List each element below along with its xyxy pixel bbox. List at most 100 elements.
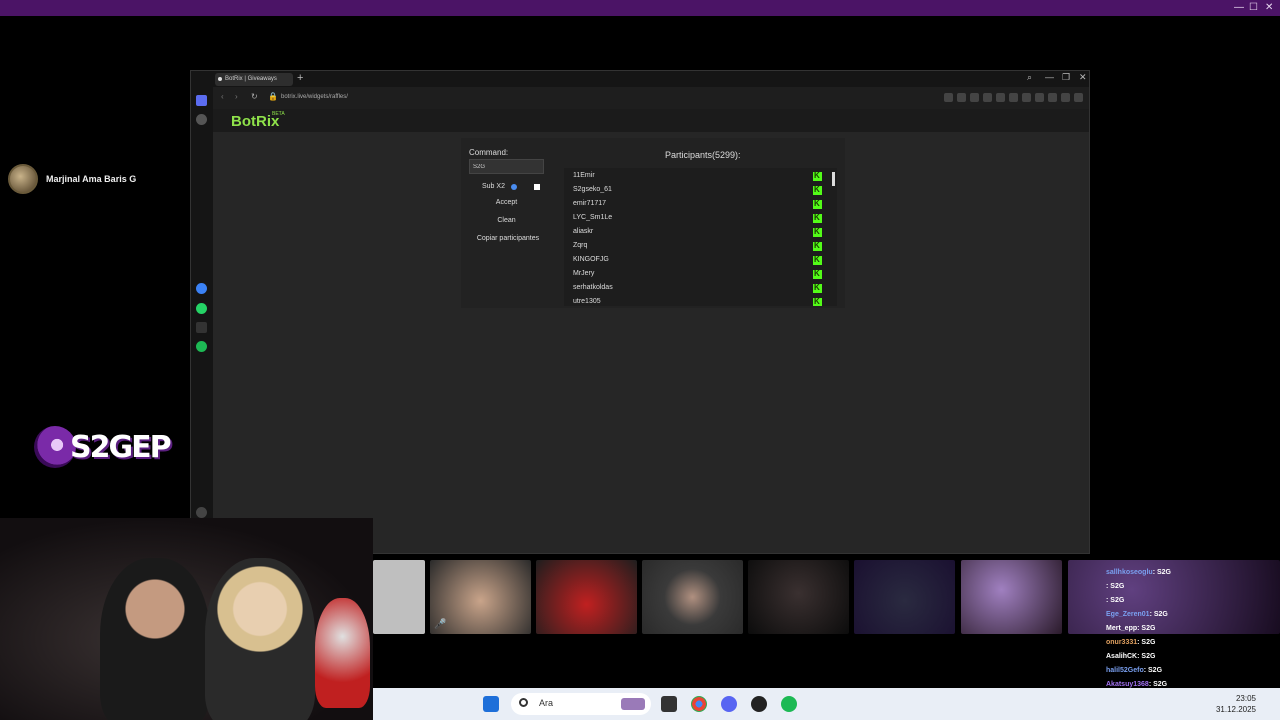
back-icon[interactable]: ‹ (221, 92, 224, 101)
command-input[interactable] (469, 159, 544, 174)
maximize-icon[interactable]: ☐ (1249, 2, 1258, 13)
spotify-icon[interactable] (196, 341, 207, 352)
profile-name: Marjinal Ama Baris G (46, 174, 137, 184)
taskbar: Ara 23:05 31.12.2025 (373, 688, 1280, 720)
extension-icon[interactable] (944, 93, 953, 102)
copy-participants-button[interactable]: Copiar participantes (465, 232, 551, 246)
raffle-panel: Command: Sub X2 Accept Clean Copiar part… (461, 138, 845, 308)
list-item: emir71717 (573, 200, 607, 207)
tab-bar: BotRix | Giveaways + ⌕ — ❐ ✕ (191, 71, 1089, 87)
stream-title-bar: — ☐ ✕ (0, 0, 1280, 16)
kick-icon (813, 297, 822, 306)
whatsapp-icon[interactable] (196, 303, 207, 314)
search-highlight-icon[interactable] (621, 698, 645, 710)
participant-video[interactable] (748, 560, 849, 634)
info-icon[interactable] (511, 184, 517, 190)
lock-icon: 🔒 (268, 92, 278, 101)
time: 23:05 (1235, 694, 1256, 703)
minimize-icon[interactable]: — (1234, 2, 1244, 13)
messenger-icon[interactable] (196, 283, 207, 294)
address-bar: ‹ › ↻ 🔒 botrix.live/widgets/raffles/ (213, 87, 1089, 109)
sub-x2-label: Sub X2 (482, 183, 505, 190)
play-icon[interactable] (996, 93, 1005, 102)
channel-logo: S2GEP (34, 420, 172, 472)
maximize-icon[interactable]: ❐ (1062, 72, 1070, 83)
chrome-icon[interactable] (691, 696, 707, 712)
home-icon[interactable] (196, 95, 207, 106)
participant-video[interactable] (536, 560, 637, 634)
heart-icon[interactable] (196, 507, 207, 518)
kick-icon (813, 185, 822, 195)
kick-icon (813, 255, 822, 265)
streamer-person (205, 558, 315, 720)
chat-overlay: sallhkoseoglu: S2G : S2G : S2G Ege_Zeren… (1106, 566, 1280, 692)
list-item: 11Emir (573, 172, 595, 179)
kick-icon (813, 241, 822, 251)
download-icon[interactable] (1022, 93, 1031, 102)
clean-button[interactable]: Clean (469, 214, 544, 228)
kick-icon (813, 283, 822, 293)
chat-message: Mert_epp: S2G (1106, 625, 1156, 632)
sub-x2-checkbox[interactable] (534, 184, 540, 190)
browser-sidebar (191, 87, 213, 553)
chat-message: onur3331: S2G (1106, 639, 1156, 646)
profile-icon[interactable] (1048, 93, 1057, 102)
menu-icon[interactable] (1035, 93, 1044, 102)
tab-botrix[interactable]: BotRix | Giveaways (215, 73, 293, 86)
browser-window: BotRix | Giveaways + ⌕ — ❐ ✕ ‹ › ↻ 🔒 bot… (190, 70, 1090, 554)
task-view-icon[interactable] (661, 696, 677, 712)
accept-button[interactable]: Accept (469, 196, 544, 210)
list-item: utre1305 (573, 298, 601, 305)
tab-title: BotRix | Giveaways (225, 76, 277, 82)
streamer-webcam (0, 518, 373, 720)
kick-icon (813, 171, 822, 181)
spotify-icon[interactable] (781, 696, 797, 712)
list-item: KINGOFJG (573, 256, 609, 263)
participant-video[interactable] (961, 560, 1062, 634)
list-item: aliaskr (573, 228, 594, 235)
beta-badge: BETA (272, 111, 285, 117)
chat-message: : S2G (1106, 597, 1125, 604)
participant-video[interactable] (373, 560, 425, 634)
minimize-icon[interactable]: — (1045, 72, 1054, 82)
participant-video[interactable] (854, 560, 955, 634)
star-icon[interactable] (196, 114, 207, 125)
chat-message: halil52Gefo: S2G (1106, 667, 1163, 674)
muted-mic-icon: 🎤 (434, 619, 447, 630)
extension-icon[interactable] (983, 93, 992, 102)
url-field[interactable]: botrix.live/widgets/raffles/ (281, 94, 348, 100)
forward-icon[interactable]: › (235, 92, 238, 101)
reload-icon[interactable]: ↻ (251, 92, 258, 101)
chat-message: : S2G (1106, 583, 1125, 590)
search-tabs-icon[interactable]: ⌕ (1027, 72, 1032, 83)
toolbar-icons (944, 93, 1083, 102)
streamer-person (100, 558, 210, 720)
favicon-icon (218, 77, 222, 81)
chat-message: sallhkoseoglu: S2G (1106, 569, 1171, 576)
date: 31.12.2025 (1215, 705, 1256, 714)
participants-list[interactable]: 11Emir S2gseko_61 emir71717 LYC_Sm1Le al… (564, 168, 837, 306)
discord-icon[interactable] (721, 696, 737, 712)
ai-icon[interactable] (1074, 93, 1083, 102)
camera-icon[interactable] (957, 93, 966, 102)
settings-icon[interactable] (1061, 93, 1070, 102)
system-clock[interactable]: 23:05 31.12.2025 (1216, 693, 1256, 715)
site-header: BotRix BETA (213, 109, 1089, 132)
list-scrollbar[interactable] (832, 172, 835, 186)
kick-icon (813, 269, 822, 279)
chat-message: AsalihCK: S2G (1106, 653, 1156, 660)
list-item: serhatkoldas (573, 284, 613, 291)
close-icon[interactable]: ✕ (1079, 72, 1087, 83)
search-icon (519, 698, 528, 707)
new-tab-button[interactable]: + (297, 72, 303, 84)
close-icon[interactable]: ✕ (1265, 2, 1273, 13)
shield-icon[interactable] (970, 93, 979, 102)
x-icon[interactable] (196, 322, 207, 333)
heart-icon[interactable] (1009, 93, 1018, 102)
streamer-profile: Marjinal Ama Baris G (8, 164, 136, 194)
obs-icon[interactable] (751, 696, 767, 712)
participant-video[interactable]: 🎤 (430, 560, 531, 634)
windows-start-icon[interactable] (483, 696, 499, 712)
chat-message: Ege_Zeren01: S2G (1106, 611, 1168, 618)
participant-video[interactable] (642, 560, 743, 634)
